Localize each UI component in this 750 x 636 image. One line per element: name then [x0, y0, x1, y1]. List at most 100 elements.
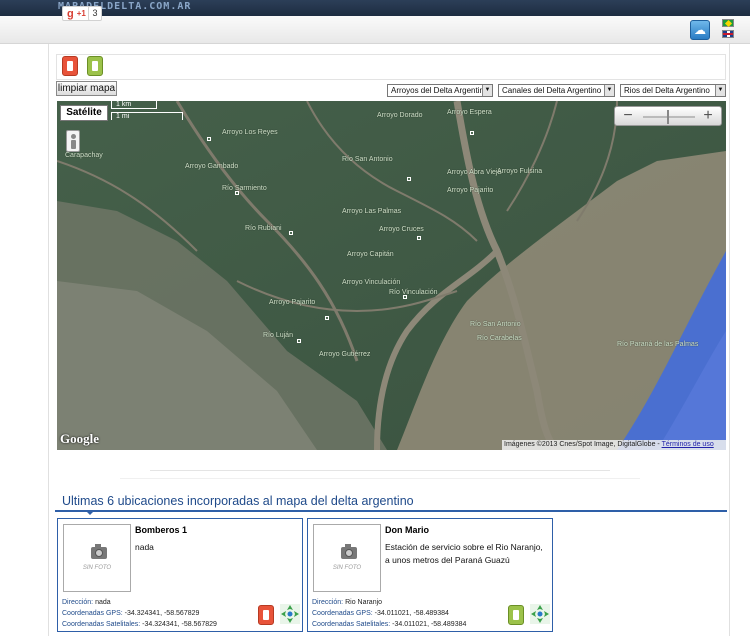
- rios-select-value: Rios del Delta Argentino: [624, 86, 710, 95]
- dropdown-arrow-icon: ▼: [715, 85, 725, 96]
- gas-station-icon[interactable]: [87, 56, 103, 76]
- map-place-label: Río Paraná de las Palmas: [617, 341, 699, 348]
- zoom-control: − +: [614, 106, 722, 126]
- map-place-label: Arroyo Vinculación: [342, 279, 401, 286]
- sat-value: -34.324341, -58.567829: [142, 621, 217, 628]
- location-title[interactable]: Don Mario: [385, 525, 429, 535]
- latest-locations-heading: Ultimas 6 ubicaciones incorporadas al ma…: [62, 494, 414, 508]
- map-place-label: Arroyo Abra Vieja: [447, 169, 502, 176]
- gplus-button[interactable]: g +1: [62, 6, 91, 21]
- dropdown-arrow-icon: ▼: [604, 85, 614, 96]
- location-address: Dirección: nada: [62, 599, 111, 606]
- uk-flag-icon[interactable]: [722, 30, 734, 38]
- map-place-label: Arroyo Las Palmas: [342, 208, 402, 215]
- gas-station-icon: [508, 605, 524, 625]
- locate-on-map-icon[interactable]: [530, 604, 550, 624]
- no-photo-label: SIN FOTO: [82, 565, 112, 571]
- map-place-label: Arroyo Gutiérrez: [319, 351, 371, 358]
- map-marker[interactable]: [235, 191, 239, 195]
- location-address: Dirección: Rio Naranjo: [312, 599, 382, 606]
- location-card[interactable]: SIN FOTO Bomberos 1 nada Dirección: nada…: [57, 518, 303, 632]
- site-header: MAPADELDELTA.COM.AR: [0, 0, 750, 16]
- location-sat: Coordenadas Satelitales: -34.011021, -58…: [312, 621, 466, 628]
- toolbar: [0, 16, 750, 44]
- map-place-label: Río Sarmiento: [222, 185, 267, 192]
- gps-label: Coordenadas GPS:: [312, 610, 373, 617]
- sat-value: -34.011021, -58.489384: [392, 621, 467, 628]
- satellite-map[interactable]: Carapachay Arroyo Dorado Arroyo Espera A…: [57, 101, 726, 450]
- satellite-toggle-button[interactable]: Satélite: [60, 105, 108, 121]
- weather-icon[interactable]: ☁: [690, 20, 710, 40]
- location-sat: Coordenadas Satelitales: -34.324341, -58…: [62, 621, 217, 628]
- location-card[interactable]: SIN FOTO Don Mario Estación de servicio …: [307, 518, 553, 632]
- map-copyright: Imágenes ©2013 Cnes/Spot Image, DigitalG…: [502, 440, 726, 450]
- location-gps: Coordenadas GPS: -34.324341, -58.567829: [62, 610, 199, 617]
- locate-on-map-icon[interactable]: [280, 604, 300, 624]
- camera-icon: [91, 544, 107, 559]
- scale-mi: 1 mi: [111, 112, 183, 120]
- location-title[interactable]: Bomberos 1: [135, 525, 187, 535]
- map-place-label: Arroyo Pajarito: [447, 187, 494, 194]
- zoom-slider-knob[interactable]: [667, 110, 669, 124]
- gplus-label: +1: [76, 9, 86, 18]
- map-marker[interactable]: [403, 295, 407, 299]
- gplus-count: 3: [88, 6, 102, 21]
- terms-link[interactable]: Términos de uso: [662, 441, 714, 448]
- map-place-label: Arroyo Fulsina: [497, 168, 543, 175]
- google-logo: Google: [60, 431, 99, 446]
- address-label: Dirección:: [62, 599, 94, 606]
- map-place-label: Río Luján: [263, 332, 293, 339]
- zoom-out-icon[interactable]: −: [619, 108, 637, 124]
- map-place-label: Arroyo Capitán: [347, 251, 394, 258]
- map-place-label: Arroyo Gambado: [185, 163, 239, 170]
- zoom-slider-track[interactable]: [643, 116, 695, 118]
- map-imagery: [57, 101, 726, 450]
- canales-select-value: Canales del Delta Argentino: [502, 86, 602, 95]
- location-description: nada: [135, 542, 154, 552]
- canales-select[interactable]: Canales del Delta Argentino ▼: [498, 84, 615, 97]
- heading-underline: [55, 510, 727, 512]
- location-gps: Coordenadas GPS: -34.011021, -58.489384: [312, 610, 449, 617]
- rios-select[interactable]: Rios del Delta Argentino ▼: [620, 84, 726, 97]
- map-place-label: Río San Antonio: [470, 321, 521, 328]
- map-place-label: Arroyo Espera: [447, 109, 492, 116]
- category-icon-bar: [56, 54, 726, 80]
- map-scale: 1 km 1 mi: [111, 101, 185, 121]
- photo-placeholder: SIN FOTO: [313, 524, 381, 592]
- clear-map-button[interactable]: limpiar mapa: [56, 81, 117, 96]
- map-marker[interactable]: [417, 236, 421, 240]
- no-photo-label: SIN FOTO: [332, 565, 362, 571]
- map-place-label: Río Vinculación: [389, 289, 438, 296]
- gps-label: Coordenadas GPS:: [62, 610, 123, 617]
- map-marker[interactable]: [470, 131, 474, 135]
- divider: [150, 470, 610, 471]
- scale-km: 1 km: [111, 101, 157, 109]
- arroyos-select[interactable]: Arroyos del Delta Argentino ▼: [387, 84, 493, 97]
- brazil-flag-icon[interactable]: [722, 19, 734, 27]
- map-place-label: Arroyo Cruces: [379, 226, 424, 233]
- sat-label: Coordenadas Satelitales:: [312, 621, 391, 628]
- map-marker[interactable]: [325, 316, 329, 320]
- address-value: nada: [95, 599, 111, 606]
- map-place-label: Arroyo Pajarito: [269, 299, 316, 306]
- map-marker[interactable]: [297, 339, 301, 343]
- map-place-label: Río San Antonio: [342, 156, 393, 163]
- map-marker[interactable]: [207, 137, 211, 141]
- heading-notch: [85, 510, 95, 515]
- divider: [120, 478, 640, 479]
- map-marker[interactable]: [407, 177, 411, 181]
- fire-station-icon: [258, 605, 274, 625]
- map-marker[interactable]: [289, 231, 293, 235]
- street-view-pegman-icon[interactable]: [66, 130, 80, 152]
- copyright-text: Imágenes ©2013 Cnes/Spot Image, DigitalG…: [504, 441, 660, 448]
- address-label: Dirección:: [312, 599, 344, 606]
- map-place-label: Carapachay: [65, 152, 103, 159]
- dropdown-arrow-icon: ▼: [482, 85, 492, 96]
- photo-placeholder: SIN FOTO: [63, 524, 131, 592]
- address-value: Rio Naranjo: [345, 599, 383, 606]
- fire-station-icon[interactable]: [62, 56, 78, 76]
- zoom-in-icon[interactable]: +: [699, 108, 717, 124]
- camera-icon: [341, 544, 357, 559]
- map-place-label: Arroyo Dorado: [377, 112, 423, 119]
- map-place-label: Río Rubiani: [245, 225, 282, 232]
